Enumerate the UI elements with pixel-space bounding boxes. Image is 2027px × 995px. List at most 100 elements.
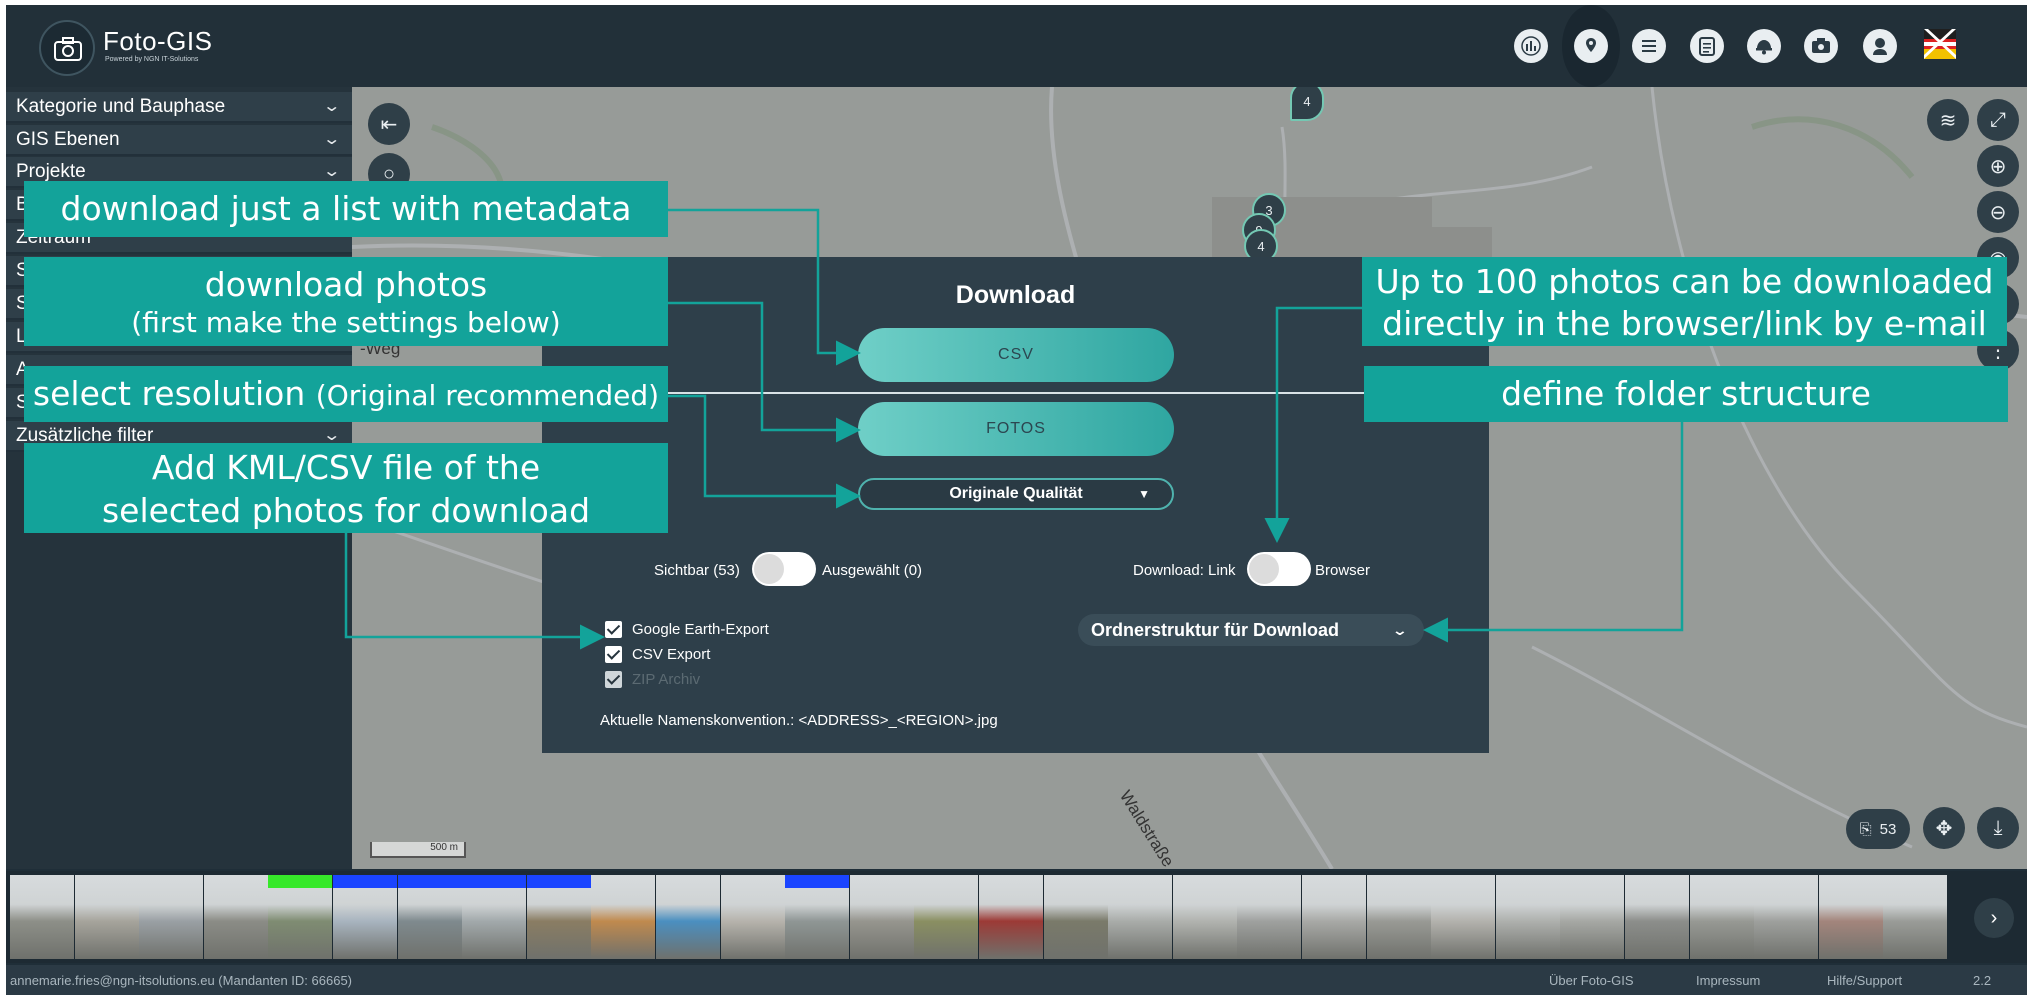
help-link[interactable]: Hilfe/Support (1827, 973, 1902, 988)
photo-thumbnail[interactable] (849, 875, 914, 959)
clipboard-icon[interactable] (1690, 29, 1724, 63)
photo-thumbnail[interactable] (1883, 875, 1948, 959)
map-scale: 500 m (370, 842, 466, 858)
photo-thumbnail[interactable] (1108, 875, 1173, 959)
photo-thumbnail[interactable] (74, 875, 139, 959)
folder-structure-select[interactable]: Ordnerstruktur für Download ⌄ (1078, 614, 1424, 646)
photo-thumbnail[interactable] (591, 875, 656, 959)
photo-thumbnail[interactable] (1625, 875, 1689, 959)
zip-archive-checkbox[interactable] (605, 671, 622, 688)
flag-icon[interactable] (1924, 29, 1956, 59)
helmet-icon[interactable] (1747, 29, 1781, 63)
photo-thumbnail[interactable] (1754, 875, 1819, 959)
layers-list-icon[interactable] (1632, 29, 1666, 63)
collapse-sidebar-icon[interactable]: ⇤ (368, 103, 410, 145)
photo-thumbnail[interactable] (333, 875, 397, 959)
photo-thumbnail[interactable] (10, 875, 74, 959)
quality-select[interactable]: Originale Qualität ▼ (858, 478, 1174, 510)
photo-thumbnail[interactable] (1172, 875, 1237, 959)
photo-thumbnail[interactable] (1302, 875, 1366, 959)
photo-count-button[interactable]: ⎘ 53 (1846, 809, 1910, 849)
photo-thumbnail[interactable] (1689, 875, 1754, 959)
visible-label: Sichtbar (53) (654, 562, 740, 579)
layers-icon[interactable]: ≋ (1927, 99, 1969, 141)
download-link-label: Download: Link (1133, 562, 1236, 579)
photo-thumbnail[interactable] (720, 875, 785, 959)
app-subtitle: Powered by NGN IT-Solutions (105, 56, 199, 63)
impressum-link[interactable]: Impressum (1696, 973, 1760, 988)
photo-thumbnail[interactable] (526, 875, 591, 959)
camera-settings-icon[interactable] (1804, 29, 1838, 63)
sidebar-item-category[interactable]: Kategorie und Bauphase ⌄ (6, 92, 352, 123)
sidebar-item-gis-layers[interactable]: GIS Ebenen ⌄ (6, 125, 352, 156)
link-browser-toggle[interactable] (1247, 552, 1311, 586)
about-link[interactable]: Über Foto-GIS (1549, 973, 1634, 988)
quality-value: Originale Qualität (949, 485, 1083, 502)
photo-thumbnail[interactable] (203, 875, 268, 959)
download-dialog: Download CSV FOTOS Originale Qualität ▼ … (542, 257, 1489, 753)
map-pin-icon[interactable] (1574, 29, 1608, 63)
photo-filmstrip: › (6, 871, 2027, 963)
photo-thumbnail[interactable] (656, 875, 720, 959)
callout-text: directly in the browser/link by e-mail (1382, 304, 1987, 343)
sidebar-item-label: Projekte (16, 161, 86, 182)
zoom-out-icon[interactable]: ⊖ (1977, 191, 2019, 233)
callout-text: selected photos for download (101, 491, 591, 530)
zip-archive-label: ZIP Archiv (632, 671, 701, 688)
callout-text: Add KML/CSV file of the (151, 448, 541, 487)
csv-export-checkbox[interactable] (605, 646, 622, 663)
google-earth-checkbox[interactable] (605, 621, 622, 638)
top-bar: Foto-GIS Powered by NGN IT-Solutions (6, 5, 2027, 87)
thumbnail-status-bar (268, 875, 333, 888)
photo-thumbnail[interactable] (1495, 875, 1560, 959)
photo-cluster-marker[interactable]: 4 (1290, 87, 1324, 121)
fullscreen-icon[interactable]: ⤢ (1977, 99, 2019, 141)
photo-thumbnail[interactable] (1366, 875, 1431, 959)
callout-photos: download photos (first make the settings… (24, 257, 668, 346)
app-title: Foto-GIS (103, 26, 213, 56)
photo-thumbnail[interactable] (979, 875, 1043, 959)
photo-thumbnail[interactable] (462, 875, 527, 959)
callout-limit: Up to 100 photos can be downloaded direc… (1362, 257, 2007, 346)
sidebar-item-label: GIS Ebenen (16, 129, 120, 150)
visible-selected-toggle[interactable] (752, 552, 816, 586)
google-earth-label: Google Earth-Export (632, 621, 769, 638)
photo-thumbnail[interactable] (914, 875, 979, 959)
user-icon[interactable] (1863, 29, 1897, 63)
photo-thumbnail[interactable] (785, 875, 850, 959)
photo-thumbnail[interactable] (1043, 875, 1108, 959)
callout-text: (Original recommended) (315, 379, 660, 412)
browser-label: Browser (1315, 562, 1371, 579)
cluster-count: 4 (1257, 238, 1265, 254)
thumbnail-status-bar (462, 875, 527, 888)
callout-text: (first make the settings below) (131, 306, 561, 339)
chevron-down-icon: ⌄ (321, 98, 341, 115)
callout-csv: download just a list with metadata (24, 181, 668, 237)
dialog-title: Download (955, 281, 1076, 309)
photo-thumbnail[interactable] (268, 875, 333, 959)
fotos-download-button[interactable]: FOTOS (858, 402, 1174, 456)
bar-chart-icon[interactable] (1514, 29, 1548, 63)
photo-thumbnail[interactable] (1560, 875, 1625, 959)
divider (542, 392, 1489, 394)
photo-thumbnail[interactable] (1431, 875, 1496, 959)
version: 2.2 (1973, 973, 1992, 988)
sidebar-item-label: Kategorie und Bauphase (16, 96, 226, 117)
photo-thumbnail[interactable] (139, 875, 204, 959)
photo-thumbnail[interactable] (1237, 875, 1302, 959)
fit-bounds-icon[interactable]: ✥ (1923, 807, 1965, 849)
photo-thumbnail[interactable] (1818, 875, 1883, 959)
camera-logo-icon[interactable] (39, 20, 95, 76)
chevron-right-icon[interactable]: › (1974, 898, 2014, 938)
selected-label: Ausgewählt (0) (822, 562, 923, 579)
footer: annemarie.fries@ngn-itsolutions.eu (Mand… (6, 965, 2027, 995)
chevron-down-icon: ⌄ (1391, 622, 1409, 638)
thumbnail-status-bar (785, 875, 850, 888)
zoom-in-icon[interactable]: ⊕ (1977, 145, 2019, 187)
download-map-icon[interactable]: ⤓ (1977, 807, 2019, 849)
callout-folder: define folder structure (1364, 366, 2008, 422)
callout-text: define folder structure (1501, 374, 1871, 413)
callout-kml: Add KML/CSV file of the selected photos … (24, 443, 668, 533)
photo-thumbnail[interactable] (397, 875, 462, 959)
csv-download-button[interactable]: CSV (858, 328, 1174, 382)
